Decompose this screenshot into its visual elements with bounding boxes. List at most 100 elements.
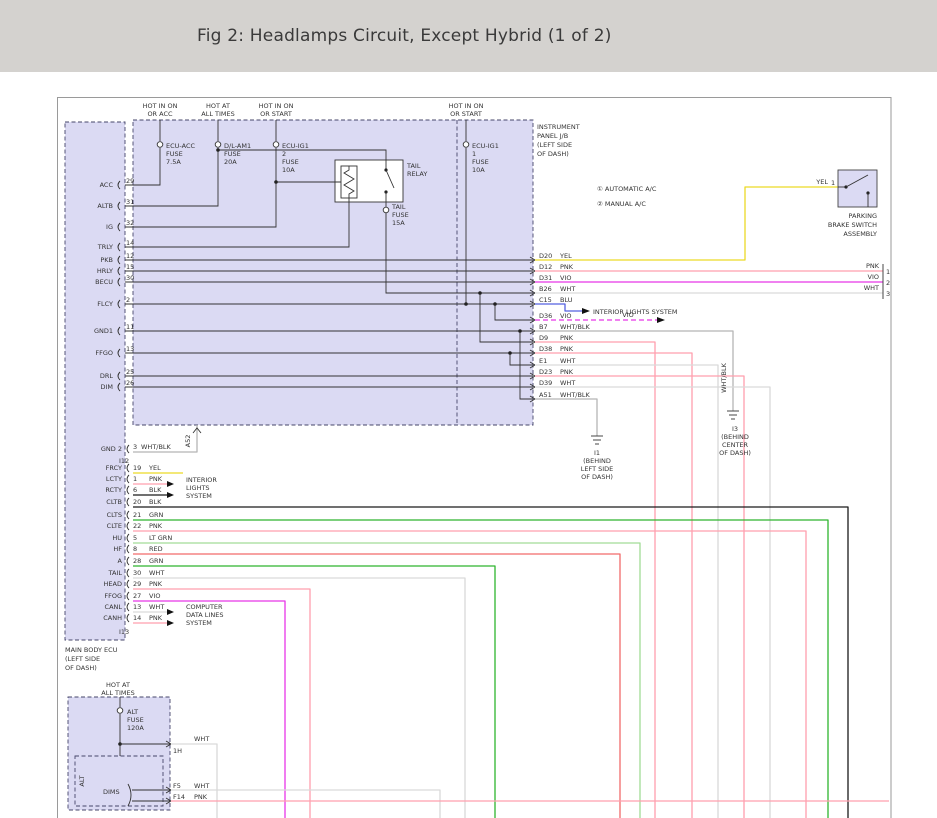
wire-yel-parking-brake (535, 187, 838, 260)
system-arrow (657, 317, 665, 323)
connector-id: D39 (539, 379, 552, 387)
jb-label-line: PANEL J/B (537, 132, 568, 140)
pin-name: TAIL (108, 569, 123, 577)
wire-color-label: WHT (560, 285, 575, 293)
pin-bracket (127, 614, 129, 622)
wire-color-label: PNK (149, 614, 163, 622)
pin-name: TRLY (97, 243, 113, 251)
fuse-label: FUSE (392, 211, 409, 219)
pin-bracket (127, 557, 129, 565)
wires-right: INTERIOR LIGHTS SYSTEM VIO (535, 187, 883, 818)
parking-brake-switch-box (838, 170, 877, 207)
wire-color-label-vertical: WHT/BLK (720, 362, 728, 393)
pin-name: GND1 (94, 327, 113, 335)
wire-color-label: WHT/BLK (560, 391, 591, 399)
relay-label: TAIL (406, 162, 421, 170)
pin-number: 14 (133, 614, 141, 622)
junction-dot (478, 291, 482, 295)
power-label: ALL TIMES (101, 689, 134, 697)
wire-a51-whtblk (535, 399, 597, 436)
wire-color-label: RED (149, 545, 163, 553)
ground-location: OF DASH) (719, 449, 751, 457)
system-labels: INTERIOR LIGHTS SYSTEM COMPUTER DATA LIN… (186, 476, 223, 627)
pin-name: FFOG (104, 592, 122, 600)
pin-name: CANH (103, 614, 122, 622)
ground-i1: I1 (BEHIND LEFT SIDE OF DASH) (581, 436, 614, 481)
fuse-symbol (215, 142, 221, 148)
pin-bracket (127, 545, 129, 553)
pin-number: 2 (126, 296, 130, 304)
wire-hf-red (133, 554, 620, 818)
wire-color-label: WHT (194, 735, 209, 743)
connector-id: E1 (539, 357, 547, 365)
pin-number: 12 (126, 252, 134, 260)
pin-name: HEAD (104, 580, 122, 588)
wire-color-label: WHT (194, 782, 209, 790)
system-arrow (582, 308, 590, 314)
pin-number: 29 (126, 177, 134, 185)
jb-label-line: OF DASH) (537, 150, 569, 158)
junction-dot (493, 302, 497, 306)
connector-id: F5 (173, 782, 181, 790)
main-body-ecu-box (65, 122, 125, 640)
jb-connector-c15: C15 BLU (530, 296, 573, 307)
pin-bracket (127, 580, 129, 588)
fuse-label: FUSE (127, 716, 144, 724)
fuse-label: 15A (392, 219, 405, 227)
pin-name: BECU (95, 278, 113, 286)
wire-color-label: PNK (194, 793, 208, 801)
pin-number: 19 (133, 464, 141, 472)
fuse-label: 10A (472, 166, 485, 174)
wire-e1-wht (535, 365, 718, 818)
fuse-label: FUSE (472, 158, 489, 166)
fuse-label: 10A (282, 166, 295, 174)
wire-color-label: YEL (148, 464, 161, 472)
ecu-pin-hu: HU 5 LT GRN (112, 534, 640, 818)
connector-id: D38 (539, 345, 552, 353)
fuse-label: ECU-IG1 (282, 142, 309, 150)
pin-name: CANL (105, 603, 123, 611)
ground-location: (BEHIND (583, 457, 611, 465)
system-arrow (167, 620, 174, 626)
power-label: OR START (260, 110, 292, 118)
wire-color-label: PNK (149, 522, 163, 530)
wire-color-label: WHT (149, 603, 164, 611)
fuse-label: D/L-AM1 (224, 142, 251, 150)
pin-name: CLTS (107, 511, 122, 519)
relay-label: RELAY (407, 170, 427, 178)
wire-color-label: GRN (149, 557, 164, 565)
pin-number: 3 (886, 290, 890, 298)
pin-bracket (127, 445, 129, 453)
pin-bracket (127, 592, 129, 600)
pin-number: 31 (126, 198, 134, 206)
jb-connector-d36: D36 VIO (530, 312, 571, 323)
pin-name: DIM (100, 383, 113, 391)
pin-name: ALTB (97, 202, 113, 210)
power-label: OR START (450, 110, 482, 118)
wire-clte-pnk (133, 531, 806, 818)
connector-id: D9 (539, 334, 548, 342)
wire-color-label: WHT (560, 379, 575, 387)
ecu-pin-hf: HF 8 RED (113, 545, 620, 818)
connector-id: D31 (539, 274, 552, 282)
jb-connector-d20: D20 YEL (530, 252, 572, 263)
pin-name: FRCY (106, 464, 122, 472)
ecu-pin-frcy: FRCY 19 YEL (106, 464, 183, 473)
power-label: HOT IN ON (259, 102, 294, 110)
wire-d38-pnk (535, 353, 692, 818)
pin-name: PKB (100, 256, 113, 264)
pin-number: 14 (126, 239, 134, 247)
wire-color-label: WHT (149, 569, 164, 577)
interior-lights-label: LIGHTS (186, 484, 210, 492)
wire-color-label: WHT/BLK (560, 323, 591, 331)
pin-name: A (118, 557, 123, 565)
note-automatic-ac: ① AUTOMATIC A/C (597, 185, 657, 193)
ground-id: I1 (594, 449, 600, 457)
fuse-label: FUSE (282, 158, 299, 166)
wire-color-label: BLK (149, 498, 162, 506)
pin-number: 27 (133, 592, 141, 600)
wire-color-label: PNK (149, 475, 163, 483)
jb-connector-d38: D38 PNK (530, 345, 574, 356)
note-manual-ac: ② MANUAL A/C (597, 200, 646, 208)
fuse-label: 20A (224, 158, 237, 166)
